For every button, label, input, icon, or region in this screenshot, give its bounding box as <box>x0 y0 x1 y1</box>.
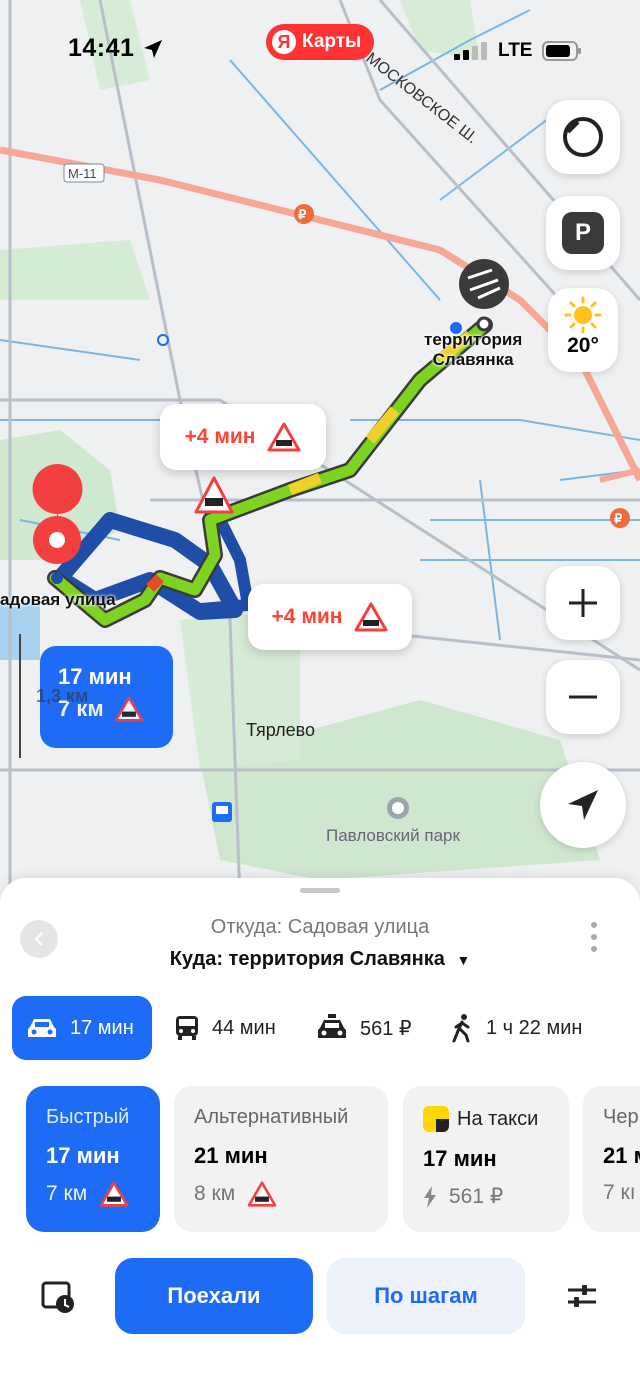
village-label: Тярлево <box>246 720 316 740</box>
walk-icon <box>452 1014 470 1043</box>
network-type: LTE <box>498 40 533 61</box>
action-bar: Поехали По шагам <box>0 1256 640 1336</box>
mode-taxi-label: 561 ₽ <box>360 1017 412 1040</box>
route-card-distance: 7 кı <box>603 1181 636 1204</box>
route-card-partial[interactable]: Чер 21 м 7 кı <box>583 1086 640 1232</box>
route-card-title-row: На такси <box>423 1106 569 1132</box>
park-icon <box>387 797 409 819</box>
route-card-title: Альтернативный <box>194 1106 349 1128</box>
route-card-title: На такси <box>457 1107 539 1130</box>
parking-button[interactable]: P <box>546 196 620 270</box>
mode-car[interactable]: 17 мин <box>12 996 152 1060</box>
weather-temperature: 20° <box>567 334 599 357</box>
yandex-maps-logo: Я Карты <box>266 24 374 60</box>
lightning-icon <box>424 1185 436 1208</box>
car-icon <box>28 1019 56 1037</box>
route-card-time: 17 мин <box>46 1143 120 1168</box>
route-card-fast[interactable]: Быстрый 17 мин 7 км <box>26 1086 160 1232</box>
mode-walk[interactable]: 1 ч 22 мин <box>450 996 582 1060</box>
sun-icon <box>564 296 602 334</box>
route-options: Быстрый 17 мин 7 км Альтернативный 21 ми… <box>0 1086 640 1234</box>
route-card-time: 21 м <box>603 1143 640 1168</box>
to-address-text: Куда: территория Славянка <box>169 948 445 970</box>
route-card-distance: 8 км <box>194 1182 236 1205</box>
schedule-departure-icon[interactable] <box>40 1278 76 1314</box>
route-card-sub: 8 км <box>194 1181 388 1207</box>
battery-icon <box>542 41 581 61</box>
route-settings-icon[interactable] <box>564 1278 600 1314</box>
route-card-time: 21 мин <box>194 1143 268 1168</box>
mode-transit-label: 44 мин <box>212 1016 276 1039</box>
step-by-step-button[interactable]: По шагам <box>327 1258 525 1334</box>
transport-mode-bar: 17 мин 44 мин 561 ₽ 1 ч 22 мин <box>12 996 640 1060</box>
dropdown-triangle-icon: ▼ <box>456 952 471 968</box>
layers-icon <box>563 117 603 157</box>
route-card-title: Быстрый <box>46 1106 130 1128</box>
my-location-button[interactable] <box>540 762 626 848</box>
parking-icon: P <box>562 212 604 254</box>
delay-callout-text: +4 мин <box>271 605 343 628</box>
mode-walk-label: 1 ч 22 мин <box>486 1016 583 1039</box>
route-card-price: 561 ₽ <box>449 1185 504 1208</box>
from-address[interactable]: Откуда: Садовая улица <box>0 916 640 939</box>
route-card-time: 17 мин <box>423 1146 497 1171</box>
route-card-sub: 7 кı <box>603 1181 640 1205</box>
plus-icon <box>569 589 597 617</box>
destination-label-line2: Славянка <box>432 350 514 369</box>
more-options-icon[interactable] <box>588 920 600 954</box>
route-card-taxi[interactable]: На такси 17 мин 561 ₽ <box>403 1086 569 1232</box>
route-card-sub: 561 ₽ <box>423 1184 569 1209</box>
weather-widget[interactable]: 20° <box>548 288 618 372</box>
origin-label: адовая улица <box>0 590 116 609</box>
layers-button[interactable] <box>546 100 620 174</box>
route-card-alternative[interactable]: Альтернативный 21 мин 8 км <box>174 1086 388 1232</box>
status-time: 14:41 <box>68 34 135 62</box>
route-card-distance: 7 км <box>46 1182 88 1205</box>
taxi-icon <box>318 1014 346 1038</box>
route-card-sub: 7 км <box>46 1181 160 1207</box>
bus-stop-icon <box>212 802 232 822</box>
park-label: Павловский парк <box>326 826 460 845</box>
navigation-arrow-icon <box>568 790 598 820</box>
destination-label-line1: территория <box>424 330 523 349</box>
delay-callout-2[interactable]: +4 мин <box>248 584 412 650</box>
railway-crossing-icon <box>354 602 388 632</box>
delay-callout-text: +4 мин <box>184 425 256 448</box>
logo-letter: Я <box>272 30 296 54</box>
delay-callout-1[interactable]: +4 мин <box>160 404 326 470</box>
signal-icon <box>454 42 487 60</box>
destination-label[interactable]: территория Славянка <box>424 330 522 370</box>
zoom-out-button[interactable] <box>546 660 620 734</box>
logo-text: Карты <box>302 31 362 52</box>
railway-crossing-icon <box>247 1181 277 1207</box>
map-scale: 1,3 км <box>36 686 89 706</box>
bus-icon <box>176 1016 198 1040</box>
minus-icon <box>569 695 597 699</box>
mode-taxi[interactable]: 561 ₽ <box>316 996 412 1060</box>
road-label-m11: М-11 <box>68 166 97 181</box>
route-bottom-sheet[interactable]: Откуда: Садовая улица Куда: территория С… <box>0 878 640 1392</box>
route-card-title: Чер <box>603 1106 639 1128</box>
railway-crossing-icon <box>114 696 143 722</box>
svg-text:₽: ₽ <box>298 207 307 222</box>
mode-car-label: 17 мин <box>70 1016 134 1039</box>
svg-text:₽: ₽ <box>614 511 623 526</box>
railway-crossing-icon <box>99 1181 129 1207</box>
mode-transit[interactable]: 44 мин <box>174 996 276 1060</box>
yandex-go-icon <box>423 1106 449 1132</box>
railway-crossing-icon <box>267 422 301 452</box>
location-arrow-icon <box>144 40 162 58</box>
go-button[interactable]: Поехали <box>115 1258 313 1334</box>
sheet-drag-handle[interactable] <box>300 888 340 893</box>
to-address[interactable]: Куда: территория Славянка ▼ <box>0 948 640 971</box>
zoom-in-button[interactable] <box>546 566 620 640</box>
